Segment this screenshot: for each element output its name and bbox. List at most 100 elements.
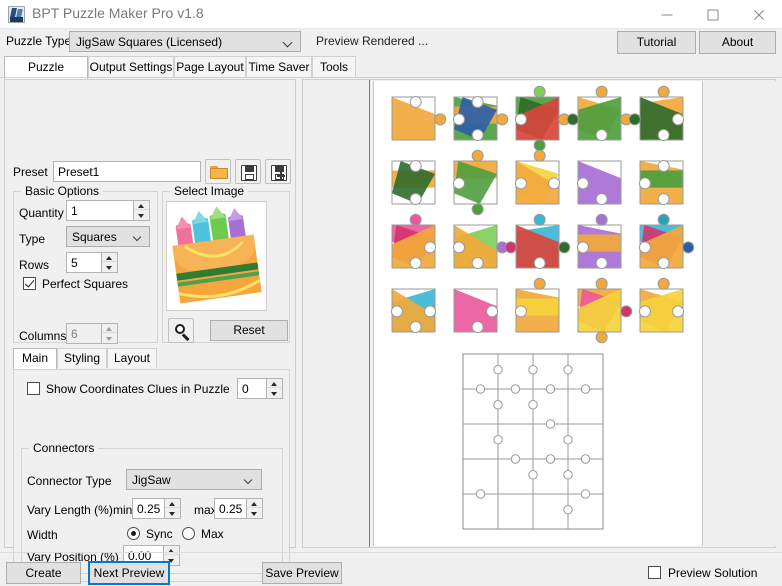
clues-decrement[interactable]: [267, 389, 282, 398]
puzzle-piece: [639, 160, 683, 204]
about-button[interactable]: About: [699, 31, 776, 54]
socket: [673, 114, 684, 125]
clues-in-puzzle-label: Clues in Puzzle: [147, 382, 230, 396]
vary-length-min-stepper[interactable]: [164, 499, 180, 518]
type-label: Type: [19, 232, 45, 246]
preview-solution-checkbox[interactable]: [648, 566, 661, 579]
rows-stepper[interactable]: [101, 253, 117, 272]
width-sync-radio[interactable]: [127, 527, 140, 540]
save-preview-button[interactable]: Save Preview: [262, 562, 342, 584]
width-max-radio[interactable]: [182, 527, 195, 540]
show-coordinates-checkbox[interactable]: [27, 382, 40, 395]
rows-increment[interactable]: [102, 253, 117, 262]
floppy-save-icon: [241, 165, 257, 181]
socket: [658, 258, 669, 269]
knob: [596, 278, 607, 289]
reset-image-button[interactable]: Reset: [210, 320, 288, 341]
socket: [673, 306, 684, 317]
puzzle-type-value: JigSaw Squares (Licensed): [76, 35, 222, 49]
inner-tab-styling[interactable]: Styling: [57, 348, 107, 368]
close-button[interactable]: [736, 0, 782, 29]
rows-input[interactable]: 5: [66, 252, 118, 273]
columns-increment[interactable]: [102, 324, 117, 333]
socket: [515, 114, 526, 125]
knob: [658, 86, 669, 97]
socket: [425, 306, 436, 317]
clues-stepper[interactable]: [266, 379, 282, 398]
select-image-title: Select Image: [170, 184, 248, 198]
puzzle-piece: [629, 86, 683, 140]
max-increment[interactable]: [247, 499, 262, 508]
chevron-down-icon: [245, 477, 253, 485]
knob: [534, 214, 545, 225]
save-preset-as-button[interactable]: [265, 159, 291, 184]
quantity-decrement[interactable]: [134, 211, 149, 220]
socket: [577, 178, 588, 189]
chevron-down-icon: [134, 234, 142, 242]
magnifier-icon: [174, 323, 191, 340]
perfect-squares-checkbox[interactable]: [23, 277, 36, 290]
quantity-increment[interactable]: [134, 201, 149, 210]
connector-mark: [564, 366, 572, 374]
create-button[interactable]: Create: [6, 562, 81, 584]
columns-stepper[interactable]: [101, 324, 117, 343]
knob: [683, 242, 694, 253]
min-increment[interactable]: [165, 499, 180, 508]
puzzle-type-select[interactable]: JigSaw Squares (Licensed): [69, 31, 301, 52]
tab-output-settings[interactable]: Output Settings: [88, 56, 174, 78]
knob: [629, 114, 640, 125]
connectors-title: Connectors: [29, 441, 98, 455]
knob: [534, 86, 545, 97]
preset-input[interactable]: Preset1: [53, 161, 201, 182]
socket: [472, 96, 483, 107]
next-preview-button[interactable]: Next Preview: [88, 561, 170, 585]
zoom-image-button[interactable]: [168, 318, 194, 343]
maximize-button[interactable]: [690, 0, 736, 29]
knob: [472, 150, 483, 161]
connector-mark: [494, 401, 502, 409]
preview-canvas[interactable]: [373, 81, 703, 546]
tutorial-button[interactable]: Tutorial: [617, 31, 696, 54]
vary-position-increment[interactable]: [164, 546, 179, 555]
max-decrement[interactable]: [247, 509, 262, 518]
vary-length-max-stepper[interactable]: [246, 499, 262, 518]
inner-tab-main[interactable]: Main: [13, 348, 57, 369]
quantity-stepper[interactable]: [133, 201, 149, 220]
save-preset-button[interactable]: [235, 159, 261, 184]
tab-puzzle-settings[interactable]: Puzzle Settings: [4, 56, 88, 79]
clues-increment[interactable]: [267, 379, 282, 388]
quantity-input[interactable]: 1: [66, 200, 150, 221]
vary-length-max-input[interactable]: 0.25: [214, 498, 263, 519]
socket: [534, 258, 545, 269]
tab-underline: [0, 77, 782, 78]
image-thumbnail[interactable]: [166, 201, 267, 311]
connector-mark: [529, 401, 537, 409]
connector-mark: [476, 385, 484, 393]
puzzle-piece: [453, 96, 507, 140]
puzzle-piece: [577, 161, 621, 205]
socket: [596, 130, 607, 141]
connector-mark: [511, 385, 519, 393]
connector-mark: [581, 385, 589, 393]
min-decrement[interactable]: [165, 509, 180, 518]
width-sync-label: Sync: [146, 527, 173, 541]
open-preset-button[interactable]: [205, 159, 231, 184]
preview-left-margin: [303, 80, 370, 547]
folder-open-icon: [210, 166, 228, 179]
clues-input[interactable]: 0: [237, 378, 283, 399]
main-tab-bar: Puzzle Settings Output Settings Page Lay…: [0, 56, 782, 78]
socket: [410, 160, 421, 171]
columns-decrement[interactable]: [102, 334, 117, 343]
tab-tools[interactable]: Tools: [312, 56, 356, 78]
type-select[interactable]: Squares: [66, 226, 150, 247]
connector-type-select[interactable]: JigSaw: [126, 469, 262, 490]
tab-page-layout[interactable]: Page Layout: [174, 56, 246, 78]
columns-input[interactable]: 6: [66, 323, 118, 344]
socket: [425, 242, 436, 253]
connector-mark: [529, 366, 537, 374]
inner-tab-layout[interactable]: Layout: [107, 348, 157, 368]
vary-length-min-input[interactable]: 0.25: [132, 498, 181, 519]
rows-decrement[interactable]: [102, 263, 117, 272]
minimize-button[interactable]: [644, 0, 690, 29]
tab-time-saver[interactable]: Time Saver: [246, 56, 312, 78]
